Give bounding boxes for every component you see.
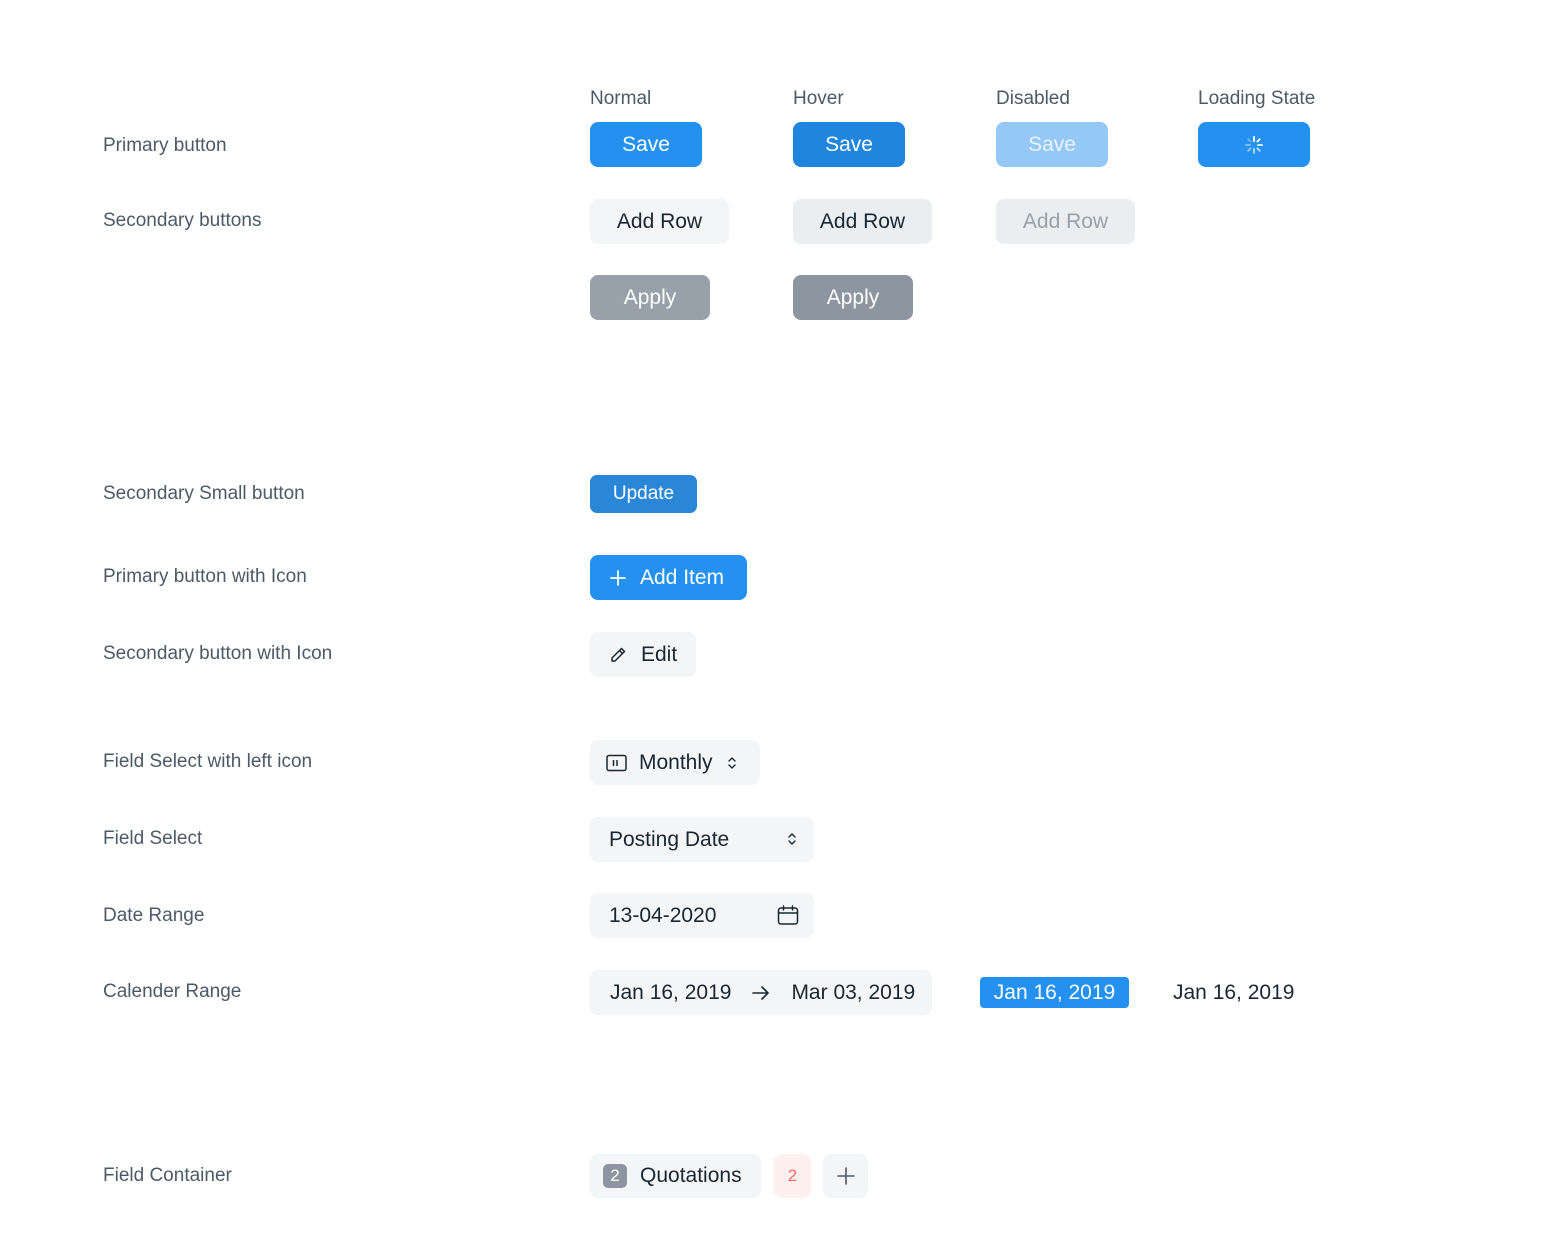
plus-icon — [836, 1166, 856, 1186]
panel-icon — [606, 754, 627, 772]
column-header-loading: Loading State — [1198, 88, 1316, 109]
save-button-loading[interactable] — [1198, 122, 1310, 167]
posting-date-select[interactable]: Posting Date — [590, 817, 814, 862]
monthly-select-value: Monthly — [639, 750, 713, 774]
apply-button-normal[interactable]: Apply — [590, 275, 710, 320]
add-row-button-hover[interactable]: Add Row — [793, 199, 932, 244]
quotations-label: Quotations — [640, 1164, 742, 1187]
range-start-date: Jan 16, 2019 — [610, 980, 732, 1004]
label-date-range: Date Range — [103, 905, 205, 926]
arrow-right-icon — [751, 985, 771, 1001]
save-button-disabled: Save — [996, 122, 1108, 167]
label-primary-button: Primary button — [103, 135, 227, 156]
update-button[interactable]: Update — [590, 475, 697, 513]
spinner-icon — [1243, 134, 1265, 156]
chevron-updown-icon — [727, 755, 737, 771]
pencil-icon — [608, 645, 628, 665]
posting-date-select-value: Posting Date — [609, 827, 730, 851]
calendar-icon[interactable] — [777, 905, 799, 926]
column-header-hover: Hover — [793, 88, 844, 109]
monthly-select[interactable]: Monthly — [590, 740, 760, 785]
label-secondary-small-button: Secondary Small button — [103, 483, 305, 504]
quotations-field[interactable]: 2 Quotations — [590, 1154, 761, 1198]
add-field-button[interactable] — [823, 1154, 868, 1198]
add-item-label: Add Item — [640, 565, 725, 589]
calendar-range-field[interactable]: Jan 16, 2019 Mar 03, 2019 — [590, 970, 932, 1015]
add-item-button[interactable]: Add Item — [590, 555, 747, 600]
selected-date-chip[interactable]: Jan 16, 2019 — [980, 977, 1129, 1008]
date-field-value: 13-04-2020 — [609, 903, 717, 927]
edit-label: Edit — [641, 642, 678, 666]
date-field[interactable]: 13-04-2020 — [590, 893, 814, 938]
label-calender-range: Calender Range — [103, 981, 242, 1002]
alert-count-badge: 2 — [774, 1154, 811, 1198]
label-secondary-button-with-icon: Secondary button with Icon — [103, 643, 333, 664]
add-row-button-disabled: Add Row — [996, 199, 1135, 244]
column-header-normal: Normal — [590, 88, 652, 109]
plus-icon — [609, 569, 627, 587]
chevron-updown-icon — [787, 831, 797, 847]
label-primary-button-with-icon: Primary button with Icon — [103, 566, 307, 587]
label-field-select-left-icon: Field Select with left icon — [103, 751, 313, 772]
plain-date[interactable]: Jan 16, 2019 — [1173, 980, 1294, 1006]
save-button-normal[interactable]: Save — [590, 122, 702, 167]
label-field-container: Field Container — [103, 1165, 232, 1186]
edit-button[interactable]: Edit — [590, 632, 696, 677]
apply-button-hover[interactable]: Apply — [793, 275, 913, 320]
save-button-hover[interactable]: Save — [793, 122, 905, 167]
range-end-date: Mar 03, 2019 — [791, 980, 916, 1004]
label-secondary-buttons: Secondary buttons — [103, 210, 262, 231]
add-row-button-normal[interactable]: Add Row — [590, 199, 729, 244]
column-header-disabled: Disabled — [996, 88, 1070, 109]
label-field-select: Field Select — [103, 828, 203, 849]
count-badge: 2 — [603, 1164, 627, 1188]
